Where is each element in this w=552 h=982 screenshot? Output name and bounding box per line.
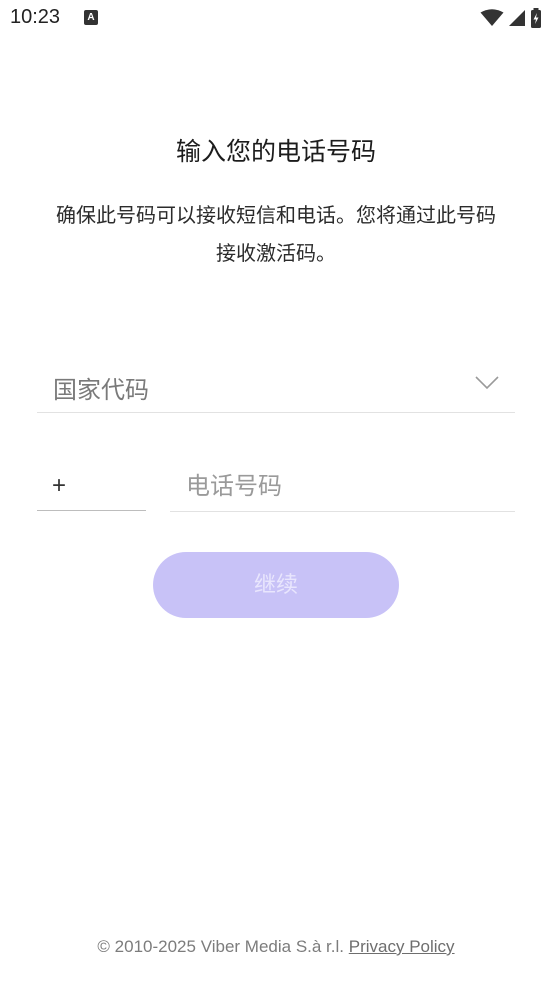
notification-a-icon: A	[84, 10, 98, 25]
page-description: 确保此号码可以接收短信和电话。您将通过此号码接收激活码。	[56, 203, 496, 265]
phone-number-input[interactable]	[186, 468, 496, 504]
country-calling-code-field[interactable]: +	[37, 462, 146, 511]
footer: © 2010-2025 Viber Media S.à r.l. Privacy…	[0, 937, 552, 957]
cellular-signal-icon	[509, 10, 525, 26]
plus-prefix: +	[52, 472, 67, 499]
copyright-text: © 2010-2025 Viber Media S.à r.l.	[97, 937, 345, 956]
status-indicators	[480, 8, 542, 28]
status-time: 10:23	[10, 6, 61, 28]
country-code-select[interactable]: 国家代码	[37, 358, 515, 413]
country-code-placeholder: 国家代码	[53, 376, 149, 404]
privacy-policy-link[interactable]: Privacy Policy	[349, 937, 455, 956]
page-title: 输入您的电话号码	[175, 137, 376, 166]
battery-charging-icon	[531, 8, 541, 28]
phone-number-field-container	[170, 462, 515, 512]
status-bar: 10:23 A	[0, 0, 552, 38]
chevron-down-icon	[475, 376, 499, 390]
wifi-icon	[480, 9, 504, 26]
continue-button[interactable]: 继续	[153, 552, 399, 618]
